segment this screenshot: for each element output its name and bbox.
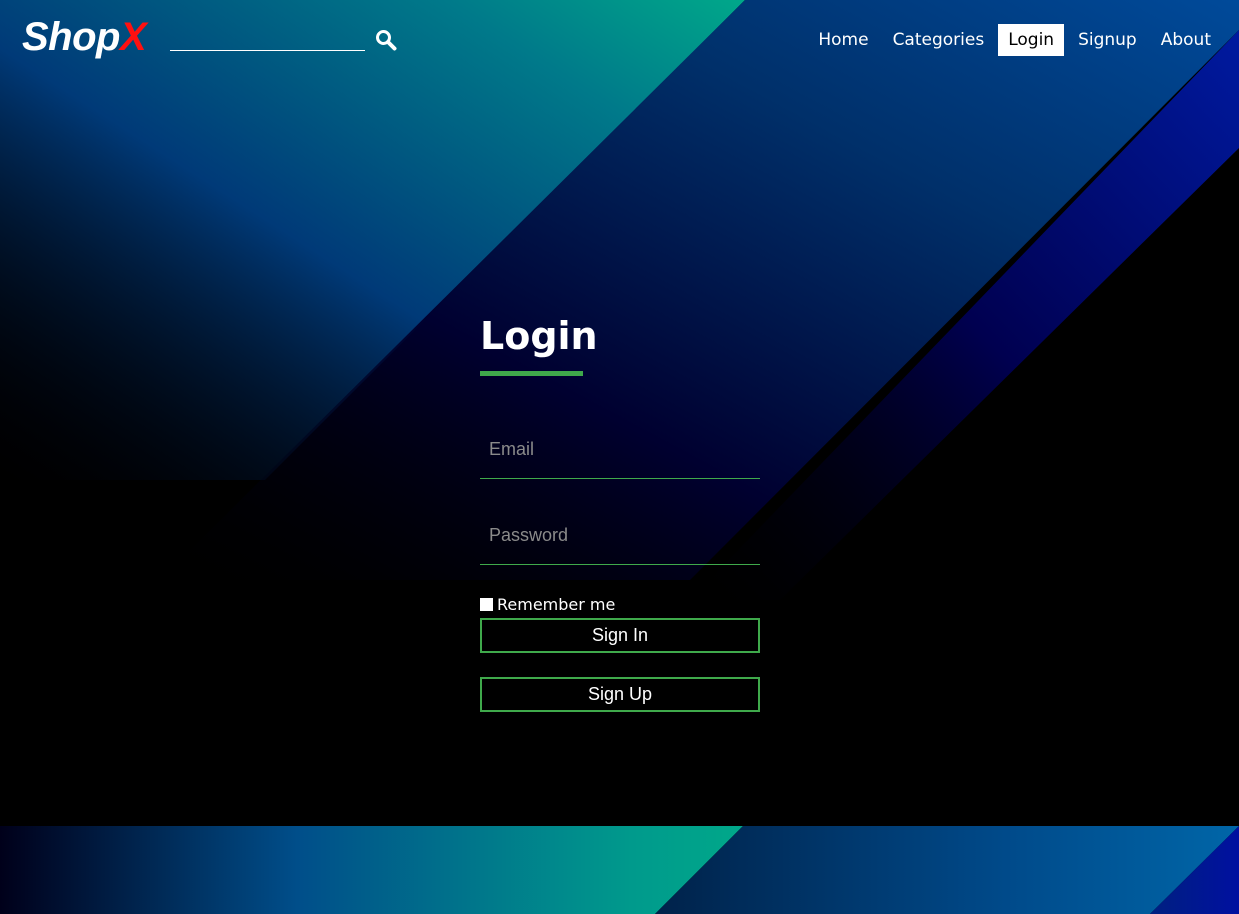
email-field-wrapper <box>480 421 760 479</box>
sign-in-button[interactable]: Sign In <box>480 618 760 653</box>
password-field[interactable] <box>480 507 760 564</box>
search-icon[interactable] <box>375 29 397 51</box>
main-nav: Home Categories Login Signup About <box>808 24 1221 56</box>
remember-me-row: Remember me <box>480 594 760 614</box>
nav-categories[interactable]: Categories <box>883 24 995 56</box>
search-bar <box>170 26 397 52</box>
remember-me-label[interactable]: Remember me <box>497 595 615 614</box>
sign-up-button[interactable]: Sign Up <box>480 677 760 712</box>
email-field[interactable] <box>480 421 760 478</box>
logo-text-accent: X <box>119 15 147 59</box>
login-title: Login <box>480 314 598 358</box>
nav-signup[interactable]: Signup <box>1068 24 1147 56</box>
nav-home[interactable]: Home <box>808 24 878 56</box>
top-navbar: ShopX Home Categories Login Signup About <box>0 0 1239 80</box>
page: ShopX Home Categories Login Signup About… <box>0 0 1239 914</box>
title-underline <box>480 371 583 376</box>
nav-login[interactable]: Login <box>998 24 1065 56</box>
password-field-wrapper <box>480 507 760 565</box>
remember-me-checkbox[interactable] <box>480 597 493 611</box>
shopx-logo[interactable]: ShopX <box>22 12 147 62</box>
search-input[interactable] <box>170 27 365 51</box>
login-form: Login Remember me Sign In Sign Up <box>480 310 760 712</box>
logo-text-main: Shop <box>22 15 120 59</box>
nav-about[interactable]: About <box>1151 24 1221 56</box>
